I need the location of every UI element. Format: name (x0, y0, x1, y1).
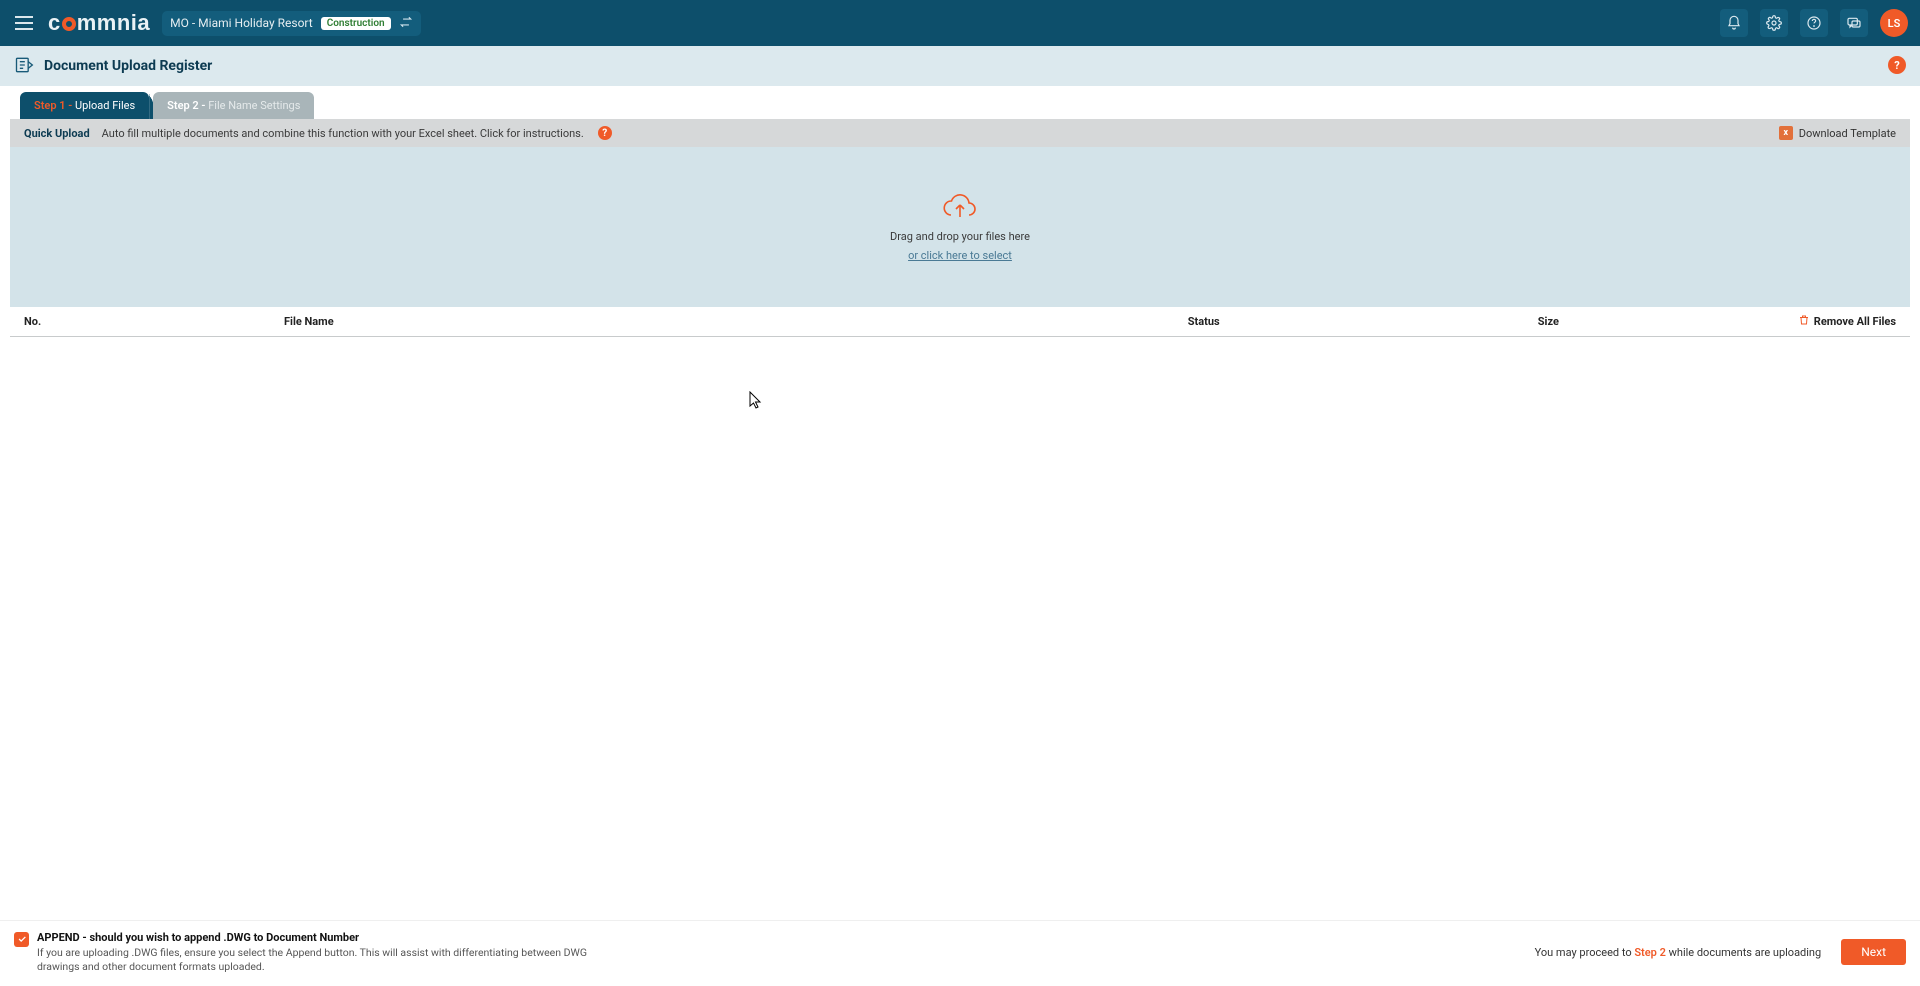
quick-upload-desc: Auto fill multiple documents and combine… (102, 127, 584, 140)
top-nav: cmmnia MO - Miami Holiday Resort Constru… (0, 0, 1920, 46)
settings-icon[interactable] (1760, 9, 1788, 37)
project-stage-badge: Construction (321, 17, 391, 30)
swap-icon (399, 15, 413, 32)
mouse-cursor (749, 391, 763, 412)
tab-step1-label: Step 1 - (34, 99, 72, 112)
avatar-initials: LS (1888, 17, 1901, 30)
user-avatar[interactable]: LS (1880, 9, 1908, 37)
download-template-button[interactable]: Download Template (1779, 126, 1896, 140)
quick-upload-title: Quick Upload (24, 127, 90, 140)
file-dropzone[interactable]: Drag and drop your files here or click h… (10, 147, 1910, 307)
th-size: Size (1538, 315, 1798, 328)
tab-step2-label: Step 2 - (167, 99, 205, 112)
dropzone-text: Drag and drop your files here (890, 230, 1030, 243)
append-description: If you are uploading .DWG files, ensure … (37, 946, 597, 974)
excel-icon (1779, 126, 1793, 140)
quick-upload-bar: Quick Upload Auto fill multiple document… (10, 119, 1910, 147)
step-tabs: Step 1 - Upload Files Step 2 - File Name… (10, 86, 1910, 119)
download-template-label: Download Template (1799, 127, 1896, 140)
quick-upload-help-icon[interactable]: ? (598, 126, 612, 140)
next-button[interactable]: Next (1841, 939, 1906, 965)
tab-step1-name: Upload Files (72, 99, 135, 112)
project-switcher[interactable]: MO - Miami Holiday Resort Construction (162, 11, 420, 36)
page-header: Document Upload Register ? (0, 46, 1920, 86)
menu-icon[interactable] (12, 11, 36, 35)
document-register-icon (14, 55, 34, 78)
remove-all-files-button[interactable]: Remove All Files (1798, 313, 1896, 330)
th-file-name: File Name (284, 315, 1188, 328)
page-help-icon[interactable]: ? (1888, 56, 1906, 74)
append-checkbox[interactable] (14, 932, 29, 947)
next-button-label: Next (1861, 945, 1886, 959)
app-logo[interactable]: cmmnia (48, 10, 150, 36)
notifications-icon[interactable] (1720, 9, 1748, 37)
project-name: MO - Miami Holiday Resort (170, 16, 313, 30)
chat-icon[interactable] (1840, 9, 1868, 37)
page-title: Document Upload Register (44, 58, 212, 74)
th-no: No. (24, 315, 284, 328)
remove-all-files-label: Remove All Files (1814, 315, 1896, 328)
tab-step2[interactable]: Step 2 - File Name Settings (153, 92, 314, 119)
proceed-note: You may proceed to Step 2 while document… (1535, 946, 1822, 959)
th-status: Status (1188, 315, 1538, 328)
cloud-upload-icon (942, 193, 978, 224)
page-footer: APPEND - should you wish to append .DWG … (0, 920, 1920, 986)
trash-icon (1798, 313, 1810, 330)
tab-step2-name: File Name Settings (205, 99, 300, 112)
tab-step1[interactable]: Step 1 - Upload Files (20, 92, 149, 119)
append-title: APPEND - should you wish to append .DWG … (37, 931, 597, 944)
append-option: APPEND - should you wish to append .DWG … (14, 931, 597, 974)
file-table-header: No. File Name Status Size Remove All Fil… (10, 307, 1910, 337)
dropzone-link[interactable]: or click here to select (908, 249, 1012, 262)
help-icon[interactable] (1800, 9, 1828, 37)
